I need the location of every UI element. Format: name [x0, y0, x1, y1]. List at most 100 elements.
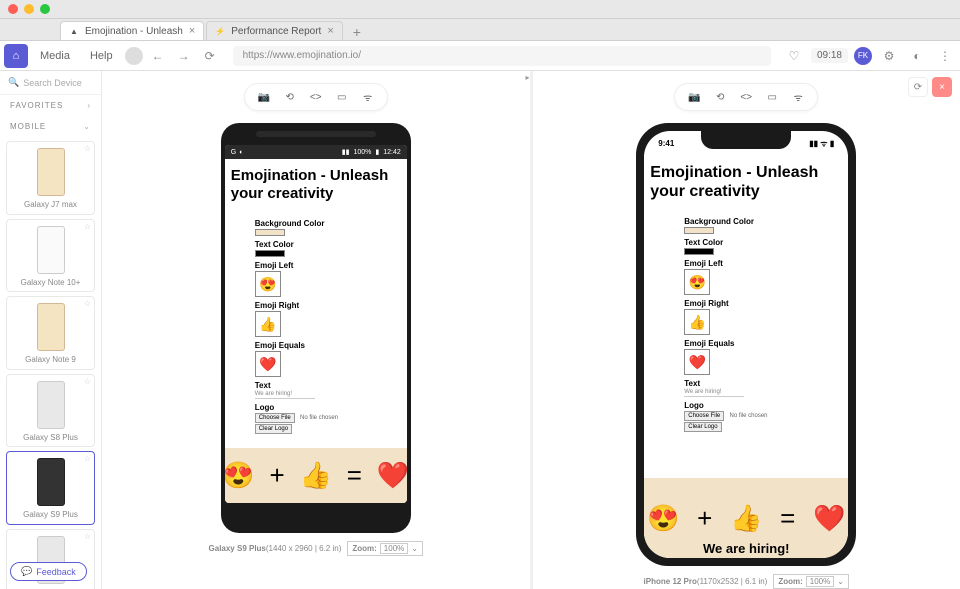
help-menu[interactable]: Help: [82, 50, 121, 62]
back-button[interactable]: ←: [147, 45, 169, 67]
no-file-text: No file chosen: [730, 413, 768, 419]
feedback-button[interactable]: 💬 Feedback: [10, 562, 87, 581]
favorite-icon[interactable]: ♡: [783, 45, 805, 67]
zoom-label: Zoom:: [778, 577, 802, 586]
code-icon[interactable]: <>: [737, 88, 755, 106]
label-logo: Logo: [684, 401, 808, 410]
code-icon[interactable]: <>: [307, 88, 325, 106]
wifi-icon[interactable]: ᯤ: [359, 88, 377, 106]
emoji-left-input[interactable]: 😍: [684, 269, 710, 295]
zoom-control[interactable]: Zoom: 100% ⌄: [347, 541, 423, 556]
avatar[interactable]: [125, 47, 143, 65]
search-icon: 🔍: [8, 77, 19, 88]
forward-button[interactable]: →: [173, 45, 195, 67]
choose-file-button[interactable]: Choose File: [684, 411, 724, 421]
window-chrome: [0, 0, 960, 19]
iphone-notch: [701, 131, 791, 149]
tab-bar: ▲ Emojination - Unleash × ⚡ Performance …: [0, 19, 960, 41]
tab-close-icon[interactable]: ×: [189, 25, 195, 37]
emoji-left-input[interactable]: 😍: [255, 271, 281, 297]
clear-logo-button[interactable]: Clear Logo: [684, 422, 721, 432]
timer-icon[interactable]: ◐: [906, 45, 928, 67]
bg-color-input[interactable]: [684, 227, 714, 234]
url-bar[interactable]: https://www.emojination.io/: [233, 46, 771, 66]
preview-emoji-left: 😍: [225, 460, 255, 491]
star-icon[interactable]: ☆: [84, 377, 91, 386]
battery-text: 100%: [353, 149, 371, 156]
emoji-right-input[interactable]: 👍: [684, 309, 710, 335]
text-input[interactable]: We are hiring!: [255, 390, 315, 399]
window-minimize-button[interactable]: [24, 4, 34, 14]
choose-file-button[interactable]: Choose File: [255, 413, 295, 423]
close-pane-button[interactable]: ×: [932, 77, 952, 97]
tab-close-icon[interactable]: ×: [327, 25, 333, 37]
android-statusbar: G◐ ▮▮ 100% ▮ 12:42: [225, 145, 407, 159]
device-caption: Galaxy S9 Plus(1440 x 2960 | 6.2 in) Zoo…: [209, 541, 423, 556]
tab-favicon: ▲: [69, 26, 79, 36]
user-badge[interactable]: FK: [854, 47, 872, 65]
star-icon[interactable]: ☆: [84, 299, 91, 308]
text-color-input[interactable]: [255, 250, 285, 257]
caption-dims: (1170x2532 | 6.1 in): [697, 577, 767, 586]
search-device-input[interactable]: 🔍 Search Device: [0, 71, 101, 95]
caption-name: iPhone 12 Pro: [644, 577, 697, 586]
preview-pane-android: 📷 ⟲ <> ▭ ᯤ G◐ ▮▮ 100% ▮ 12:42 Emojinat: [102, 71, 530, 589]
favorites-section[interactable]: FAVORITES ›: [0, 95, 101, 116]
mobile-section[interactable]: MOBILE ⌄: [0, 116, 101, 137]
emoji-right-input[interactable]: 👍: [255, 311, 281, 337]
video-icon[interactable]: ▭: [333, 88, 351, 106]
app-form: Background Color Text Color Emoji Left 😍…: [644, 209, 848, 436]
screenshot-icon[interactable]: 📷: [255, 88, 273, 106]
preview-emoji-left: 😍: [647, 503, 679, 534]
more-icon[interactable]: ⋮: [934, 45, 956, 67]
android-screen: G◐ ▮▮ 100% ▮ 12:42 Emojination - Unleash…: [225, 145, 407, 503]
settings-icon[interactable]: ⚙: [878, 45, 900, 67]
star-icon[interactable]: ☆: [84, 144, 91, 153]
star-icon[interactable]: ☆: [84, 532, 91, 541]
wifi-icon[interactable]: ᯤ: [789, 88, 807, 106]
iphone-screen: 9:41 ▮▮ ᯤ ▮ Emojination - Unleash your c…: [644, 131, 848, 558]
clear-logo-button[interactable]: Clear Logo: [255, 424, 292, 434]
reload-button[interactable]: ⟳: [199, 45, 221, 67]
label-logo: Logo: [255, 403, 377, 412]
rotate-icon[interactable]: ⟲: [281, 88, 299, 106]
label-text: Text: [255, 381, 377, 390]
bg-color-input[interactable]: [255, 229, 285, 236]
rotate-icon[interactable]: ⟲: [711, 88, 729, 106]
preview-area: 📷 ⟲ <> ▭ ᯤ G◐ ▮▮ 100% ▮ 12:42 Emojinat: [102, 71, 960, 589]
star-icon[interactable]: ☆: [84, 454, 91, 463]
zoom-value: 100%: [380, 543, 408, 554]
device-card-galaxy-j7-max[interactable]: ☆ Galaxy J7 max: [6, 141, 95, 215]
toolbar: ⌂ Media Help ← → ⟳ https://www.emojinati…: [0, 41, 960, 71]
tab-emojination[interactable]: ▲ Emojination - Unleash ×: [60, 21, 204, 40]
star-icon[interactable]: ☆: [84, 222, 91, 231]
zoom-label: Zoom:: [352, 544, 376, 553]
emoji-equals-input[interactable]: ❤️: [255, 351, 281, 377]
label-emoji-right: Emoji Right: [684, 299, 808, 308]
caption-dims: (1440 x 2960 | 6.2 in): [266, 544, 341, 553]
window-close-button[interactable]: [8, 4, 18, 14]
text-color-input[interactable]: [684, 248, 714, 255]
plus-icon: +: [697, 503, 712, 534]
screenshot-icon[interactable]: 📷: [685, 88, 703, 106]
zoom-control[interactable]: Zoom: 100% ⌄: [773, 574, 849, 589]
tab-performance-report[interactable]: ⚡ Performance Report ×: [206, 21, 342, 40]
home-button[interactable]: ⌂: [4, 44, 28, 68]
refresh-pane-button[interactable]: ⟳: [908, 77, 928, 97]
app-form: Background Color Text Color Emoji Left 😍…: [225, 211, 407, 438]
device-label: Galaxy J7 max: [24, 200, 77, 210]
emoji-equals-input[interactable]: ❤️: [684, 349, 710, 375]
plus-icon: +: [269, 460, 284, 491]
device-card-galaxy-note-10+[interactable]: ☆ Galaxy Note 10+: [6, 219, 95, 293]
sidebar: 🔍 Search Device FAVORITES › MOBILE ⌄ ☆ G…: [0, 71, 102, 589]
preview-emoji-equals: ❤️: [377, 460, 407, 491]
text-input[interactable]: We are hiring!: [684, 388, 744, 397]
tab-add-button[interactable]: +: [345, 24, 369, 40]
device-card-galaxy-s8-plus[interactable]: ☆ Galaxy S8 Plus: [6, 374, 95, 448]
window-maximize-button[interactable]: [40, 4, 50, 14]
device-card-galaxy-s9-plus[interactable]: ☆ Galaxy S9 Plus: [6, 451, 95, 525]
device-caption: iPhone 12 Pro(1170x2532 | 6.1 in) Zoom: …: [644, 574, 849, 589]
video-icon[interactable]: ▭: [763, 88, 781, 106]
media-menu[interactable]: Media: [32, 50, 78, 62]
device-card-galaxy-note-9[interactable]: ☆ Galaxy Note 9: [6, 296, 95, 370]
